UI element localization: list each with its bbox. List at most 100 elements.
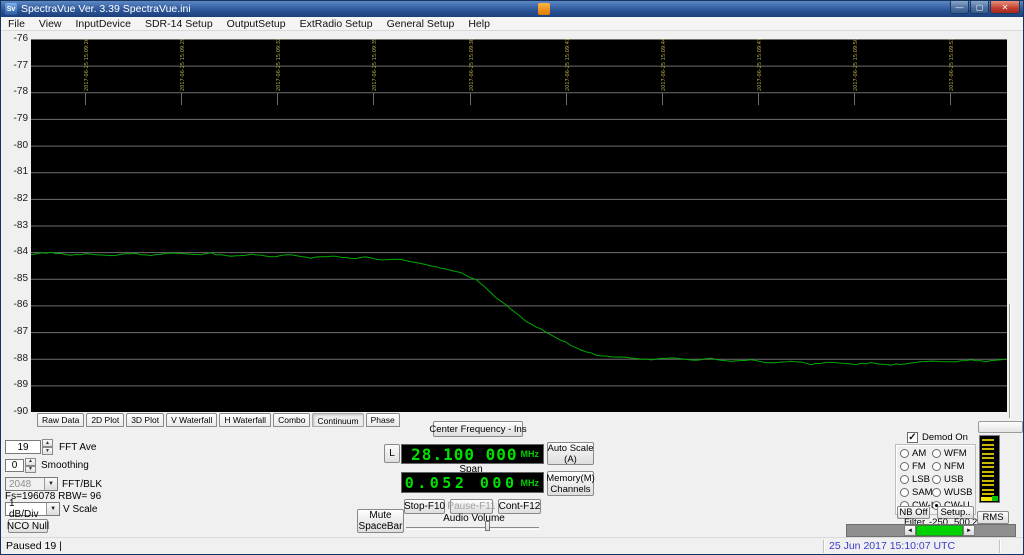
menu-item-outputsetup[interactable]: OutputSetup	[220, 17, 293, 30]
menu-item-extradio-setup[interactable]: ExtRadio Setup	[293, 17, 380, 30]
panel-edge-groove	[1009, 304, 1011, 418]
frequency-unit: MHz	[520, 449, 540, 459]
status-separator	[999, 540, 1001, 553]
center-frequency-display[interactable]: 28.100 000 MHz	[401, 444, 544, 464]
radio-circle-icon	[932, 449, 941, 458]
spin-up-icon[interactable]: ▲	[42, 439, 53, 447]
meter-tick	[982, 479, 994, 482]
tab-continuum[interactable]: Continuum	[312, 413, 364, 427]
fft-blk-label: FFT/BLK	[62, 479, 103, 490]
pause-button[interactable]: Pause-F11	[447, 499, 496, 514]
tab-phase[interactable]: Phase	[365, 413, 400, 427]
lock-l-button[interactable]: L	[384, 444, 400, 463]
tab-combo[interactable]: Combo	[273, 413, 311, 427]
radio-am[interactable]: AM	[900, 448, 926, 459]
auto-scale-line1: Auto Scale	[547, 442, 594, 454]
view-tabs: Raw Data 2D Plot 3D Plot V Waterfall H Water…	[37, 413, 402, 428]
timestamp-label: 2017-06-25 15:09:47	[757, 39, 763, 91]
window-title: SpectraVue Ver. 3.39 SpectraVue.ini	[21, 3, 191, 15]
spin-down-icon[interactable]: ▼	[42, 447, 53, 455]
tab-h-waterfall[interactable]: H Waterfall	[219, 413, 272, 427]
meter-tick	[982, 493, 994, 495]
radio-circle-icon	[932, 488, 941, 497]
close-button[interactable]: ✕	[990, 1, 1020, 14]
timestamp-label: 2017-06-25 15:09:41	[565, 39, 571, 91]
fft-ave-spinner[interactable]: ▲ ▼	[42, 439, 53, 455]
titlebar-accent	[538, 3, 550, 15]
scroll-left-arrow-icon[interactable]: ◄	[904, 525, 916, 536]
spin-up-icon[interactable]: ▲	[25, 458, 36, 466]
radio-lsb[interactable]: LSB	[900, 474, 930, 485]
minimize-button[interactable]: —	[950, 1, 969, 14]
mute-button[interactable]: Mute SpaceBar	[357, 509, 404, 533]
demod-on-label: Demod On	[922, 432, 968, 443]
nco-null-button[interactable]: NCO Null	[7, 519, 49, 533]
y-tick-label: -82	[13, 192, 28, 204]
radio-label: WUSB	[944, 487, 973, 498]
radio-circle-icon	[932, 462, 941, 471]
timestamp-label: 2017-06-25 15:09:44	[661, 39, 667, 91]
tab-raw-data[interactable]: Raw Data	[37, 413, 85, 427]
timestamp-label: 2017-06-25 15:09:32	[276, 39, 282, 91]
v-scale-select[interactable]: 1 dB/Div ▼	[5, 498, 60, 520]
radio-nfm[interactable]: NFM	[932, 461, 965, 472]
span-display[interactable]: 0.052 000 MHz	[401, 472, 544, 493]
menu-item-inputdevice[interactable]: InputDevice	[69, 17, 138, 30]
radio-fm[interactable]: FM	[900, 461, 926, 472]
radio-label: AM	[912, 448, 927, 459]
tab-3d-plot[interactable]: 3D Plot	[126, 413, 165, 427]
window-controls: — ▢ ✕	[949, 1, 1020, 14]
menubar: File View InputDevice SDR-14 Setup OutputSet…	[1, 17, 1023, 31]
center-frequency-button[interactable]: Center Frequency - Ins	[429, 421, 527, 437]
radio-sam[interactable]: SAM	[900, 487, 933, 498]
smoothing-spinner[interactable]: ▲ ▼	[25, 458, 36, 473]
stop-button[interactable]: Stop-F10	[404, 499, 445, 514]
spin-down-icon[interactable]: ▼	[25, 465, 36, 473]
smoothing-input[interactable]: 0	[5, 459, 24, 472]
tuning-scrollbar-thumb[interactable]	[916, 525, 963, 536]
radio-circle-icon	[900, 488, 909, 497]
memory-channels-button[interactable]: Memory(M) Channels	[546, 471, 595, 496]
menu-item-sdr-14-setup[interactable]: SDR-14 Setup	[138, 17, 220, 30]
menu-item-help[interactable]: Help	[461, 17, 497, 30]
fft-blk-select[interactable]: 2048 ▼	[5, 477, 58, 491]
tab-v-waterfall[interactable]: V Waterfall	[166, 413, 218, 427]
continuum-plot[interactable]: 2017-06-25 15:09:26 2017-06-25 15:09:29 20…	[31, 39, 1007, 412]
cont-button[interactable]: Cont-F12	[498, 499, 541, 514]
scroll-right-arrow-icon[interactable]: ►	[963, 525, 975, 536]
radio-usb[interactable]: USB	[932, 474, 964, 485]
smoothing-label: Smoothing	[41, 460, 89, 471]
auto-scale-button[interactable]: Auto Scale (A)	[547, 442, 594, 465]
meter-tick	[982, 443, 994, 446]
span-unit: MHz	[520, 477, 540, 488]
radio-wfm[interactable]: WFM	[932, 448, 967, 459]
chevron-down-icon: ▼	[46, 503, 59, 515]
y-tick-label: -86	[13, 299, 28, 311]
span-value: 0.052 000	[404, 473, 518, 492]
timestamp-label: 2017-06-25 15:09:50	[853, 39, 859, 91]
audio-volume-thumb[interactable]	[485, 521, 490, 531]
y-tick-label: -85	[13, 272, 28, 284]
meter-tick	[982, 470, 994, 473]
signal-level-meter	[979, 435, 1000, 503]
meter-tick	[982, 466, 994, 468]
rms-button[interactable]: RMS	[977, 511, 1009, 524]
menu-item-view[interactable]: View	[32, 17, 69, 30]
signal-trace	[31, 251, 1007, 366]
menu-item-file[interactable]: File	[1, 17, 32, 30]
auto-scale-line2: (A)	[564, 453, 577, 465]
menu-item-general-setup[interactable]: General Setup	[380, 17, 462, 30]
tab-2d-plot[interactable]: 2D Plot	[86, 413, 125, 427]
meter-tick	[982, 475, 994, 477]
status-run-state: Paused 19 |	[6, 540, 62, 552]
app-window: Sv SpectraVue Ver. 3.39 SpectraVue.ini —…	[0, 0, 1024, 555]
radio-label: WFM	[944, 448, 967, 459]
audio-volume-slider[interactable]	[406, 527, 539, 530]
demod-on-checkbox[interactable]: ✓	[907, 432, 918, 443]
maximize-button[interactable]: ▢	[970, 1, 989, 14]
statusbar: Paused 19 | 25 Jun 2017 15:10:07 UTC	[1, 537, 1023, 554]
radio-wusb[interactable]: WUSB	[932, 487, 973, 498]
titlebar[interactable]: Sv SpectraVue Ver. 3.39 SpectraVue.ini —…	[1, 1, 1023, 17]
fft-ave-input[interactable]: 19	[5, 440, 41, 454]
mute-line1: Mute	[369, 510, 392, 521]
